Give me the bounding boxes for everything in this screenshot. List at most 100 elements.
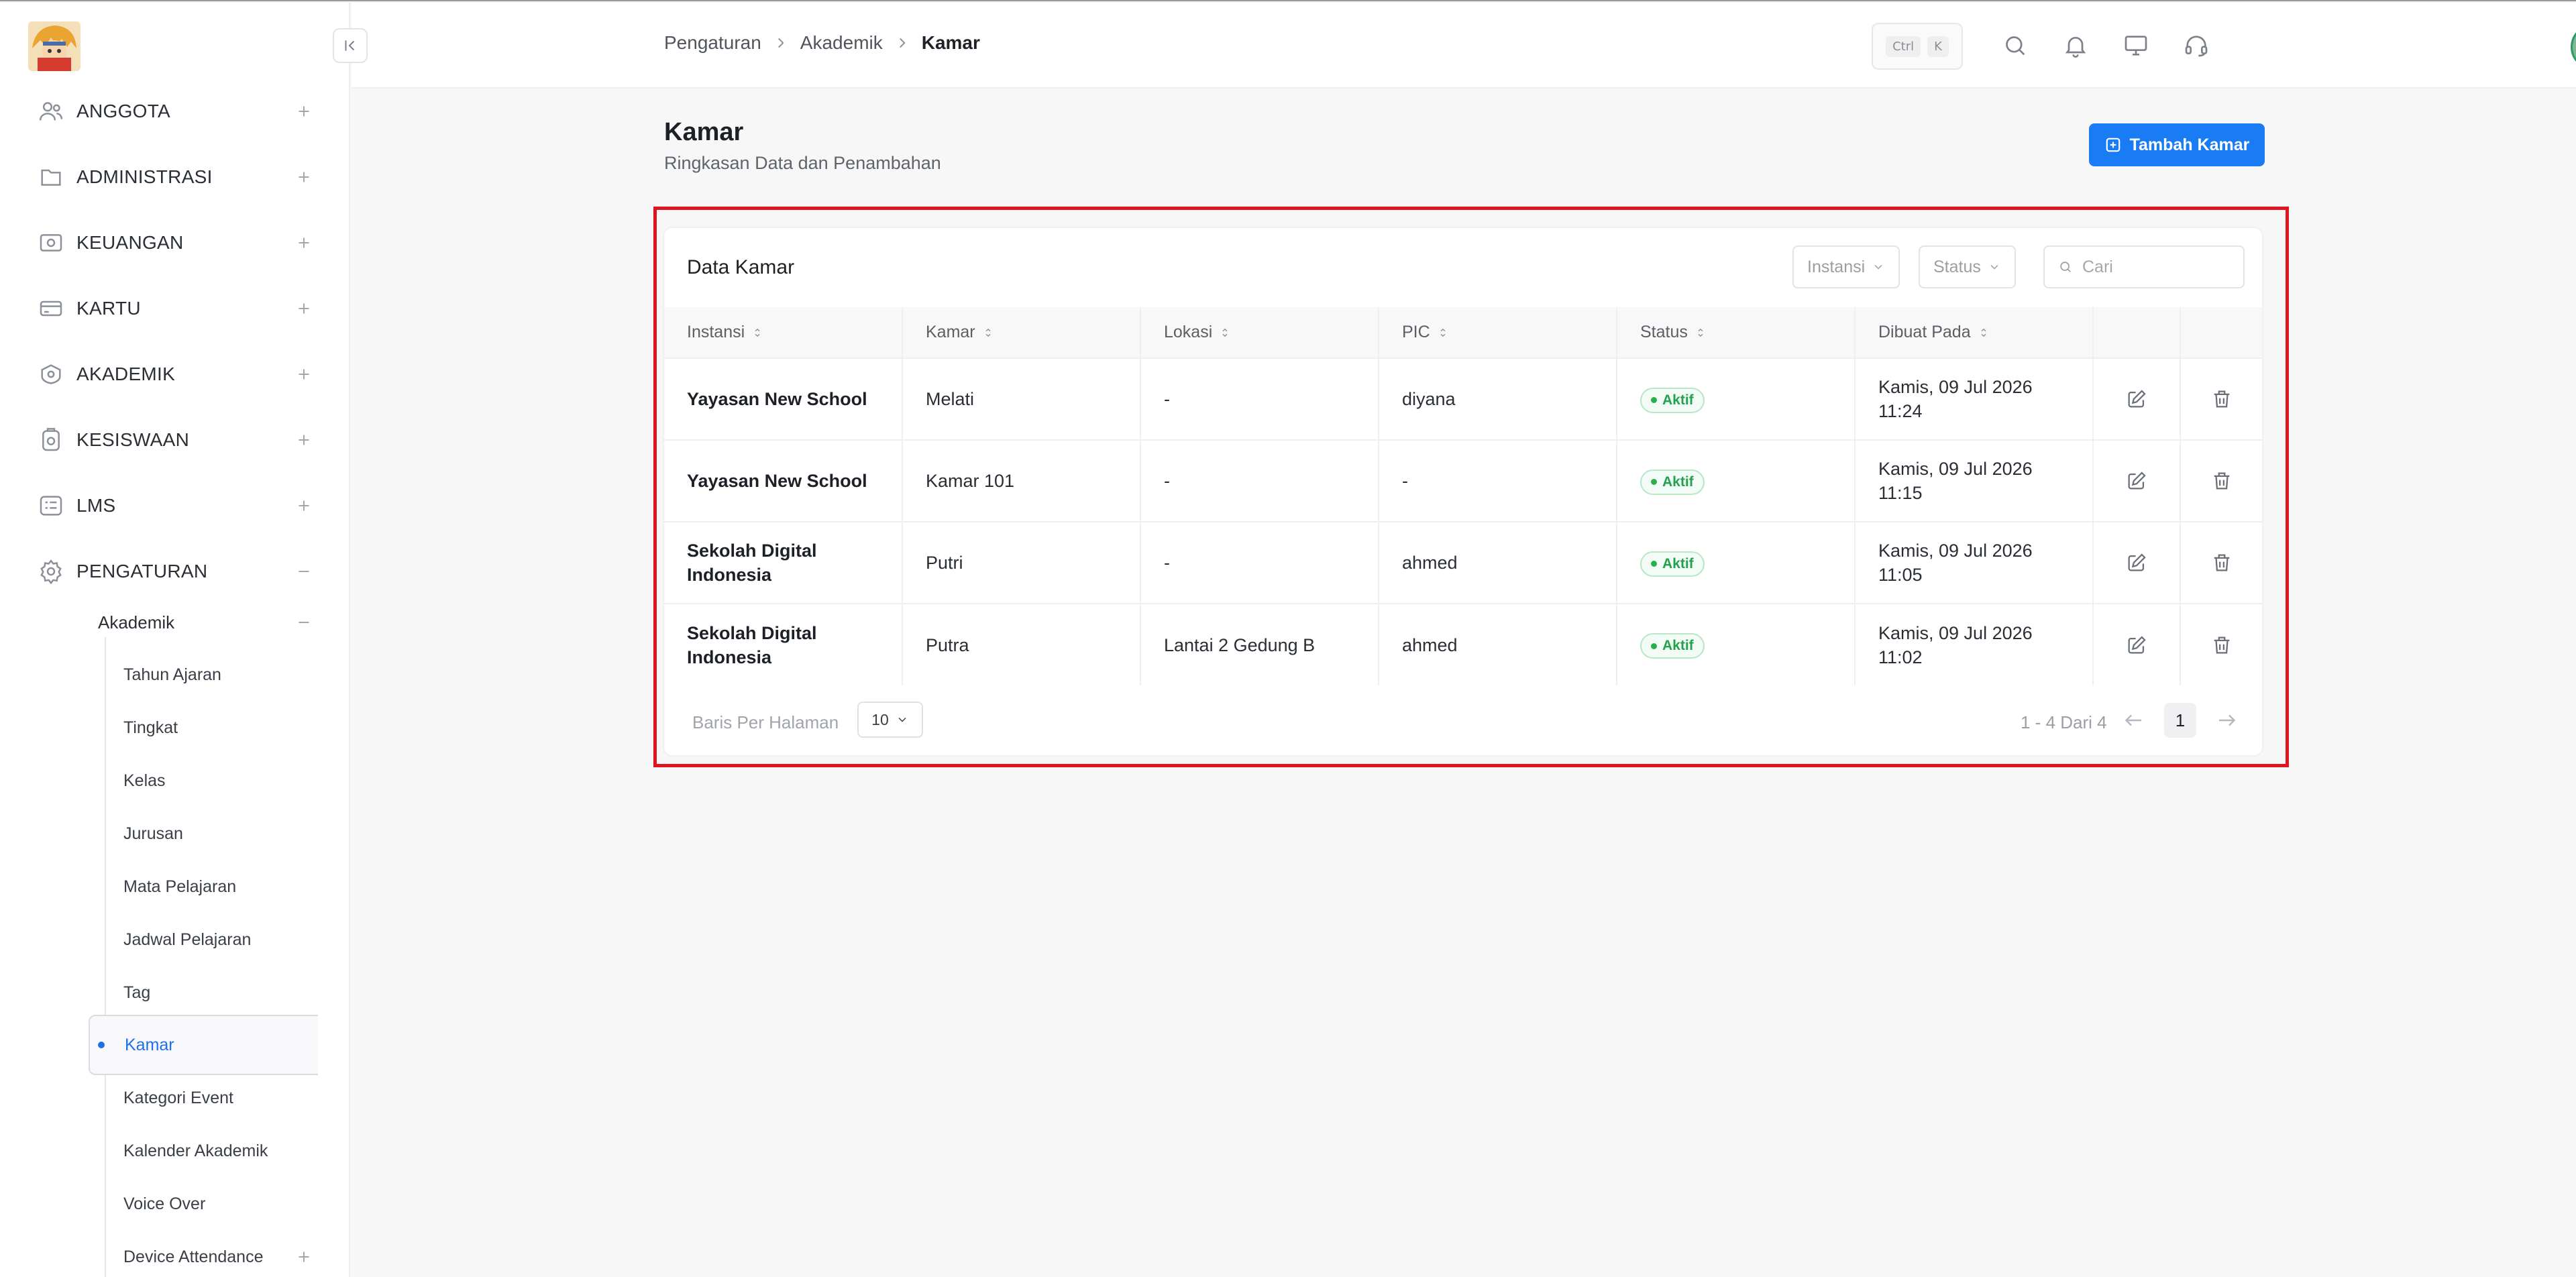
col-label: Dibuat Pada xyxy=(1878,323,1971,341)
search-box[interactable] xyxy=(2043,245,2245,288)
collapse-sidebar-button[interactable] xyxy=(333,28,368,63)
edit-icon[interactable] xyxy=(2125,634,2148,657)
status-label: Aktif xyxy=(1662,474,1694,490)
page-number[interactable]: 1 xyxy=(2164,703,2196,738)
money-icon xyxy=(40,234,62,252)
nav-anggota[interactable]: ANGGOTA xyxy=(38,91,314,131)
headset-icon[interactable] xyxy=(2183,32,2210,59)
collapse-icon xyxy=(345,40,355,51)
sub-item-label: Device Attendance xyxy=(123,1247,264,1266)
trash-icon[interactable] xyxy=(2210,634,2233,657)
arrow-left-icon[interactable] xyxy=(2121,708,2145,732)
col-label: Instansi xyxy=(687,323,745,341)
col-label: Status xyxy=(1640,323,1688,341)
user-avatar[interactable]: AF xyxy=(2571,24,2576,70)
breadcrumb-pengaturan[interactable]: Pengaturan xyxy=(664,32,761,54)
col-dibuat-pada[interactable]: Dibuat Pada xyxy=(1855,307,2094,358)
monitor-icon[interactable] xyxy=(2123,32,2149,59)
status-label: Aktif xyxy=(1662,638,1694,654)
sub-item-kalender-akademik[interactable]: Kalender Akademik xyxy=(123,1132,268,1170)
cell-instansi: Yayasan New School xyxy=(664,439,903,522)
sort-icon xyxy=(1698,328,1703,337)
breadcrumb-akademik[interactable]: Akademik xyxy=(800,32,883,54)
nav-sub-akademik[interactable]: Akademik xyxy=(98,604,314,641)
sort-icon xyxy=(985,328,991,337)
plus-icon[interactable] xyxy=(294,430,314,450)
trash-icon[interactable] xyxy=(2210,551,2233,574)
sort-icon xyxy=(1222,328,1228,337)
nav-akademik[interactable]: AKADEMIK xyxy=(38,354,314,394)
add-kamar-button[interactable]: Tambah Kamar xyxy=(2089,123,2265,166)
plus-icon[interactable] xyxy=(294,101,314,121)
sub-item-tag[interactable]: Tag xyxy=(123,974,150,1011)
plus-icon[interactable] xyxy=(294,1247,314,1267)
col-delete xyxy=(2180,307,2262,358)
chevron-down-icon xyxy=(898,717,906,722)
bell-icon[interactable] xyxy=(2062,32,2089,59)
add-square-icon xyxy=(2106,137,2120,152)
sub-item-jadwal-pelajaran[interactable]: Jadwal Pelajaran xyxy=(123,921,251,958)
cell-status: Aktif xyxy=(1617,521,1856,604)
edit-icon[interactable] xyxy=(2125,551,2148,574)
sub-item-voice-over[interactable]: Voice Over xyxy=(123,1185,205,1223)
status-badge: Aktif xyxy=(1640,633,1705,659)
rows-per-page-label: Baris Per Halaman xyxy=(692,712,839,732)
rows-per-page-select[interactable]: 10 xyxy=(857,702,923,738)
trash-icon[interactable] xyxy=(2210,388,2233,410)
search-icon[interactable] xyxy=(2002,32,2029,59)
sub-item-device-attendance[interactable]: Device Attendance xyxy=(123,1238,314,1276)
col-lokasi[interactable]: Lokasi xyxy=(1140,307,1379,358)
nav-keuangan[interactable]: KEUANGAN xyxy=(38,223,314,263)
plus-icon[interactable] xyxy=(294,167,314,187)
cell-edit xyxy=(2093,357,2181,440)
filter-status-label: Status xyxy=(1933,257,1981,276)
sub-item-tahun-ajaran[interactable]: Tahun Ajaran xyxy=(123,656,221,693)
edit-icon[interactable] xyxy=(2125,469,2148,492)
nav-label: KESISWAAN xyxy=(76,429,190,450)
sub-item-kamar[interactable]: Kamar xyxy=(89,1015,318,1075)
sub-item-kategori-event[interactable]: Kategori Event xyxy=(123,1079,233,1117)
cell-delete xyxy=(2180,439,2262,522)
search-input[interactable] xyxy=(2082,257,2230,277)
nav-label: PENGATURAN xyxy=(76,561,208,581)
nav-kesiswaan[interactable]: KESISWAAN xyxy=(38,420,314,460)
plus-icon[interactable] xyxy=(294,364,314,384)
nav-kartu[interactable]: KARTU xyxy=(38,288,314,329)
sub-item-mata-pelajaran[interactable]: Mata Pelajaran xyxy=(123,868,236,905)
sort-icon xyxy=(755,328,760,337)
nav-pengaturan[interactable]: PENGATURAN xyxy=(38,551,314,592)
cell-pic: ahmed xyxy=(1379,603,1617,685)
plus-icon[interactable] xyxy=(294,233,314,253)
edit-icon[interactable] xyxy=(2125,388,2148,410)
status-dot xyxy=(1651,561,1657,567)
col-pic[interactable]: PIC xyxy=(1379,307,1617,358)
col-instansi[interactable]: Instansi xyxy=(664,307,903,358)
filter-status[interactable]: Status xyxy=(1919,245,2016,288)
cell-pic: diyana xyxy=(1379,357,1617,440)
sub-item-kelas[interactable]: Kelas xyxy=(123,762,166,799)
app-logo[interactable] xyxy=(28,21,80,71)
cell-kamar: Melati xyxy=(902,357,1141,440)
plus-icon[interactable] xyxy=(294,298,314,319)
sub-item-jurusan[interactable]: Jurusan xyxy=(123,815,183,852)
topbar: Pengaturan Akademik Kamar Ctrl K AF xyxy=(352,3,2576,89)
filter-instansi[interactable]: Instansi xyxy=(1792,245,1900,288)
nav-administrasi[interactable]: ADMINISTRASI xyxy=(38,157,314,197)
chevron-right-icon xyxy=(899,38,906,48)
command-shortcut[interactable]: Ctrl K xyxy=(1872,23,1963,70)
page-subtitle: Ringkasan Data dan Penambahan xyxy=(664,153,941,173)
nav-lms[interactable]: LMS xyxy=(38,486,314,526)
col-kamar[interactable]: Kamar xyxy=(902,307,1141,358)
cell-lokasi: Lantai 2 Gedung B xyxy=(1140,603,1379,685)
sub-item-tingkat[interactable]: Tingkat xyxy=(123,709,178,746)
arrow-right-icon[interactable] xyxy=(2215,708,2239,732)
data-card: Data Kamar Instansi Status Instansi Kama… xyxy=(663,227,2263,757)
trash-icon[interactable] xyxy=(2210,469,2233,492)
col-status[interactable]: Status xyxy=(1617,307,1856,358)
nav-label: AKADEMIK xyxy=(76,364,176,384)
plus-icon[interactable] xyxy=(294,496,314,516)
cell-pic: ahmed xyxy=(1379,521,1617,604)
minus-icon[interactable] xyxy=(294,612,314,632)
table-row: Sekolah Digital Indonesia Putri - ahmed … xyxy=(664,521,2262,604)
minus-icon[interactable] xyxy=(294,561,314,581)
